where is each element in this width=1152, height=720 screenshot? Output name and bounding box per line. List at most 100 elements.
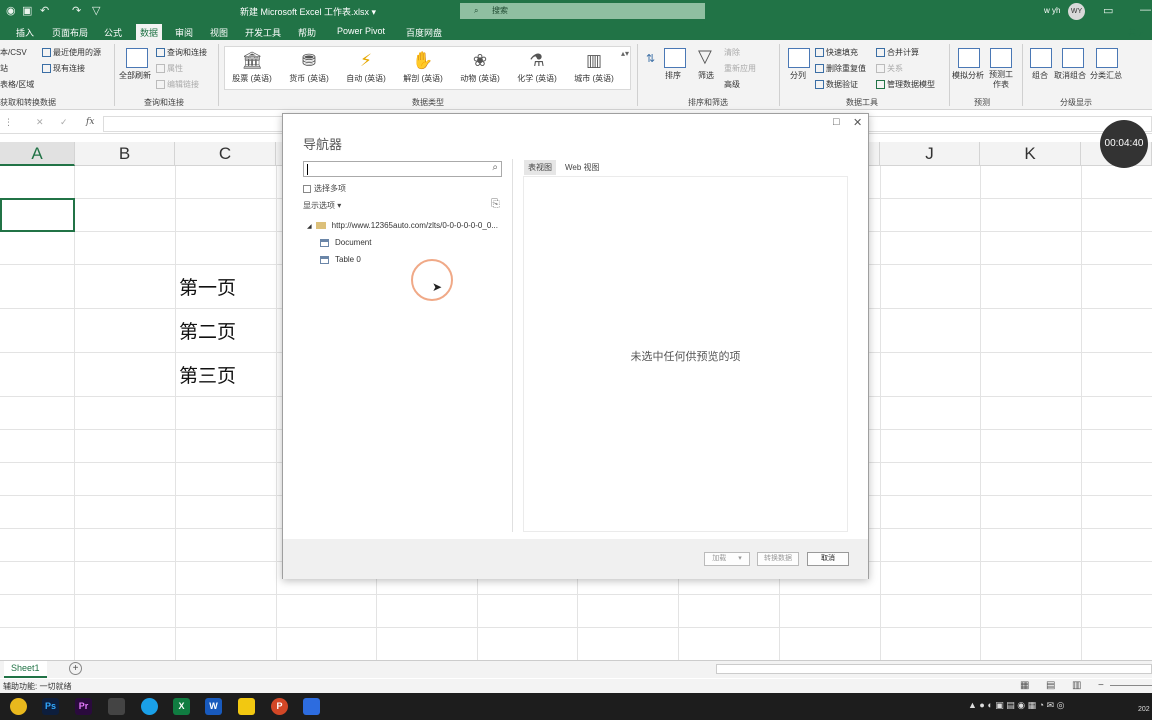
search-box[interactable]: ⌕ 搜索 [460,3,705,19]
cell-c-page2[interactable]: 第二页 [179,317,236,344]
navigator-search-input[interactable]: ⌕ [303,161,502,177]
cell-c-page1[interactable]: 第一页 [179,273,236,300]
tree-item-document[interactable]: Document [320,238,371,247]
tab-web-view[interactable]: Web 视图 [561,160,604,175]
queries-connections-button[interactable]: 查询和连接 [156,47,207,58]
data-type-animals[interactable]: ❀ 动物 (英语) [453,51,507,84]
search-icon[interactable]: ⌕ [492,162,498,173]
word-icon[interactable]: W [205,698,222,715]
share-button[interactable]: 共享 [1128,27,1144,38]
tab-formulas[interactable]: 公式 [104,26,122,39]
add-sheet-icon[interactable]: + [69,662,82,675]
premiere-icon[interactable]: Pr [75,698,92,715]
tab-table-view[interactable]: 表视图 [524,160,556,175]
gallery-scroll-icon[interactable]: ▴▾ [621,49,629,58]
tree-node-url[interactable]: ◢ http://www.12365auto.com/zlts/0-0-0-0-0… [307,221,498,230]
tab-help[interactable]: 帮助 [298,26,316,39]
edit-links-button[interactable]: 编辑链接 [156,79,199,90]
cancel-button[interactable]: 取消 [807,552,849,566]
ribbon-display-icon[interactable]: ▭ [1103,4,1113,17]
display-options-dropdown[interactable]: 显示选项 ▾ [303,200,341,211]
system-tray-icons[interactable]: ▲ ● ◐ ▣ ▤ ◉ ▦ ◔ ✉ ◎ [968,700,1064,711]
cell-c-page3[interactable]: 第三页 [179,361,236,388]
sort-button[interactable]: 排序 [665,70,681,81]
refresh-file-icon[interactable]: ⎘ [491,198,500,211]
tab-review[interactable]: 审阅 [175,26,193,39]
zoom-slider[interactable] [1110,685,1152,686]
save-icon[interactable]: ▣ [22,4,32,17]
autosave-icon[interactable]: ◉ [6,4,16,17]
transform-data-button[interactable]: 转换数据 [757,552,799,566]
existing-connections-button[interactable]: 现有连接 [42,63,85,74]
from-text-csv[interactable]: 本/CSV [0,47,27,58]
browser-icon[interactable] [141,698,158,715]
insert-function-icon[interactable]: fx [86,117,94,127]
zoom-out-icon[interactable]: − [1098,680,1104,691]
page-layout-view-icon[interactable]: ▤ [1046,680,1055,691]
advanced-button[interactable]: 高级 [724,79,740,90]
chrome-icon[interactable] [10,698,27,715]
relationships-button[interactable]: 关系 [876,63,903,74]
redo-icon[interactable]: ↷ [72,4,81,17]
sort-az-icon[interactable]: ⇅ [646,52,655,65]
refresh-all-button[interactable]: 全部刷新 [119,70,151,81]
excel-icon[interactable]: X [173,698,190,715]
avatar[interactable]: WY [1068,3,1085,20]
recorder-icon[interactable] [303,698,320,715]
tab-insert[interactable]: 插入 [16,26,34,39]
tab-baidu[interactable]: 百度网盘 [406,26,442,39]
powerbi-icon[interactable] [238,698,255,715]
filter-button[interactable]: 筛选 [698,70,714,81]
undo-icon[interactable]: ↶ [40,4,49,17]
column-header-a[interactable]: A [0,142,75,166]
subtotal-button[interactable]: 分类汇总 [1090,70,1122,81]
from-web[interactable]: 站 [0,63,8,74]
sheet-tab-sheet1[interactable]: Sheet1 [4,661,47,678]
data-validation-button[interactable]: 数据验证 [815,79,858,90]
data-type-stocks[interactable]: 🏛 股票 (英语) [225,51,279,84]
tab-power-pivot[interactable]: Power Pivot [337,26,385,36]
data-type-anatomy[interactable]: ✋ 解剖 (英语) [396,51,450,84]
name-box-dropdown-icon[interactable]: ⋮ [4,117,13,128]
data-type-cities[interactable]: ▥ 城市 (英语) [567,51,621,84]
tree-item-table0[interactable]: Table 0 [320,255,361,264]
data-type-currency[interactable]: ⛃ 货币 (英语) [282,51,336,84]
page-break-view-icon[interactable]: ▥ [1072,680,1081,691]
reapply-button[interactable]: 重新应用 [724,63,756,74]
selected-cell[interactable] [0,198,75,232]
photoshop-icon[interactable]: Ps [42,698,59,715]
remove-duplicates-button[interactable]: 删除重复值 [815,63,866,74]
tab-view[interactable]: 视图 [210,26,228,39]
minimize-icon[interactable]: — [1140,4,1151,16]
select-multiple-checkbox[interactable]: 选择多项 [303,183,346,194]
manage-data-model-button[interactable]: 管理数据模型 [876,79,935,90]
from-table[interactable]: 表格/区域 [0,79,34,90]
tab-page-layout[interactable]: 页面布局 [52,26,88,39]
horizontal-scrollbar[interactable] [716,664,1152,674]
filter-icon[interactable]: ▽ [92,4,100,17]
column-header-c[interactable]: C [175,142,276,166]
forecast-sheet-button[interactable]: 预测工作表 [988,70,1014,90]
text-to-columns-button[interactable]: 分列 [790,70,806,81]
column-header-k[interactable]: K [980,142,1081,166]
powerpoint-icon[interactable]: P [271,698,288,715]
data-type-chemistry[interactable]: ⚗ 化学 (英语) [510,51,564,84]
column-header-b[interactable]: B [75,142,175,166]
consolidate-button[interactable]: 合并计算 [876,47,919,58]
maximize-icon[interactable]: □ [833,116,840,128]
clear-button[interactable]: 清除 [724,47,740,58]
group-button[interactable]: 组合 [1032,70,1048,81]
recent-sources-button[interactable]: 最近使用的源 [42,47,101,58]
ungroup-button[interactable]: 取消组合 [1054,70,1086,81]
what-if-button[interactable]: 模拟分析 [952,70,984,81]
file-explorer-icon[interactable] [108,698,125,715]
tab-developer[interactable]: 开发工具 [245,26,281,39]
data-type-auto[interactable]: ⚡ 自动 (英语) [339,51,393,84]
flash-fill-button[interactable]: 快速填充 [815,47,858,58]
enter-icon[interactable]: ✓ [60,117,68,128]
normal-view-icon[interactable]: ▦ [1020,680,1029,691]
tab-data[interactable]: 数据 [136,24,163,40]
column-header-j[interactable]: J [880,142,980,166]
properties-button[interactable]: 属性 [156,63,183,74]
close-icon[interactable]: ✕ [853,116,862,129]
